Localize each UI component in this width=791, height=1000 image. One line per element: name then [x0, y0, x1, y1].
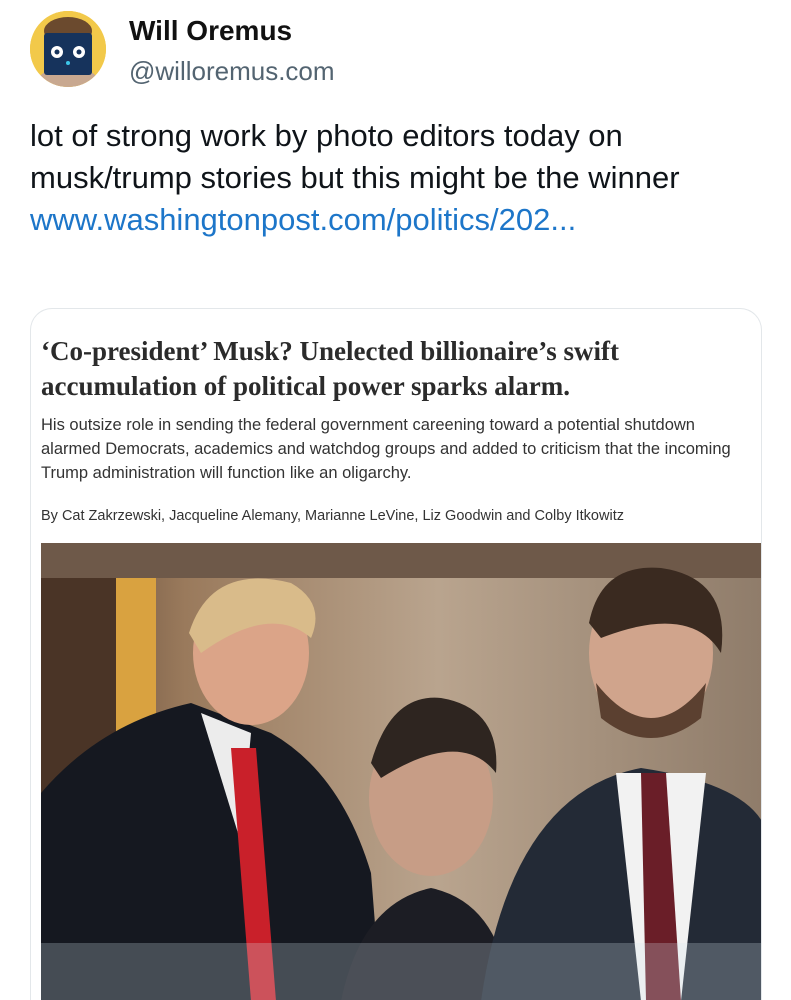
article-byline: By Cat Zakrzewski, Jacqueline Alemany, M… [41, 508, 624, 524]
article-deck: His outsize role in sending the federal … [41, 416, 731, 482]
post-link[interactable]: www.washingtonpost.com/politics/202... [30, 202, 576, 237]
author-handle[interactable]: @willoremus.com [129, 56, 335, 87]
article-photo [41, 543, 761, 1000]
article-headline: ‘Co-president’ Musk? Unelected billionai… [41, 336, 619, 401]
link-preview-card[interactable]: ‘Co-president’ Musk? Unelected billionai… [30, 308, 762, 1000]
author-name[interactable]: Will Oremus [129, 15, 292, 47]
avatar[interactable] [30, 11, 106, 87]
post-text: lot of strong work by photo editors toda… [30, 115, 750, 241]
post-body: lot of strong work by photo editors toda… [30, 118, 680, 195]
robot-face-avatar-icon [30, 11, 106, 87]
